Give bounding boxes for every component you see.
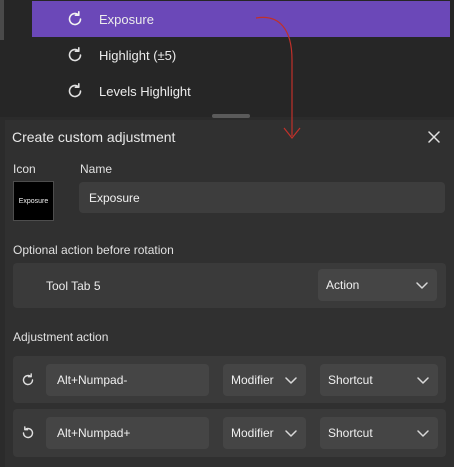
select-value: Modifier	[231, 373, 274, 387]
chevron-down-icon	[417, 377, 429, 384]
action-type-select[interactable]: Shortcut	[320, 417, 438, 449]
adjustment-row: Alt+Numpad+ Modifier Shortcut	[13, 409, 446, 457]
rotate-clockwise-icon	[22, 373, 34, 386]
name-label: Name	[80, 162, 113, 176]
select-value: Action	[326, 278, 360, 292]
list-item-levels-highlight[interactable]: Levels Highlight	[32, 73, 450, 109]
shortcut-key-field[interactable]: Alt+Numpad+	[46, 417, 209, 449]
list-item-label: Exposure	[99, 11, 154, 27]
chevron-down-icon	[417, 430, 429, 437]
list-item-highlight[interactable]: Highlight (±5)	[32, 37, 450, 73]
select-value: Shortcut	[328, 373, 373, 387]
optional-action-tool[interactable]: Tool Tab 5	[46, 279, 101, 293]
icon-label: Icon	[13, 162, 36, 176]
rotate-counterclockwise-icon	[22, 426, 34, 439]
panel-title: Create custom adjustment	[12, 129, 176, 145]
adjustment-action-label: Adjustment action	[13, 330, 109, 344]
chevron-down-icon	[285, 430, 297, 437]
chevron-down-icon	[416, 282, 428, 289]
shortcut-key-field[interactable]: Alt+Numpad-	[46, 364, 209, 396]
rotate-icon	[66, 82, 84, 100]
name-field[interactable]: Exposure	[79, 182, 445, 213]
adjustment-row: Alt+Numpad- Modifier Shortcut	[13, 356, 446, 403]
rotate-icon	[66, 46, 84, 64]
optional-action-type-select[interactable]: Action	[318, 269, 437, 301]
action-type-select[interactable]: Shortcut	[320, 364, 438, 396]
rotate-icon	[66, 10, 84, 28]
select-value: Shortcut	[328, 426, 373, 440]
optional-action-row: Tool Tab 5 Action	[13, 263, 446, 308]
select-value: Modifier	[231, 426, 274, 440]
adjustment-list: Exposure Highlight (±5) Levels Highlight	[0, 0, 454, 117]
list-item-label: Highlight (±5)	[99, 47, 177, 63]
resize-handle[interactable]	[212, 114, 250, 118]
close-button[interactable]	[425, 128, 443, 146]
list-item-label: Levels Highlight	[99, 83, 191, 99]
chevron-down-icon	[285, 377, 297, 384]
icon-preview-text: Exposure	[18, 197, 49, 205]
icon-preview[interactable]: Exposure	[13, 181, 54, 221]
close-icon	[428, 131, 440, 143]
optional-action-label: Optional action before rotation	[13, 243, 174, 257]
modifier-select[interactable]: Modifier	[223, 417, 306, 449]
list-item-exposure[interactable]: Exposure	[32, 1, 450, 37]
modifier-select[interactable]: Modifier	[223, 364, 306, 396]
scrollbar-thumb[interactable]	[0, 0, 4, 40]
